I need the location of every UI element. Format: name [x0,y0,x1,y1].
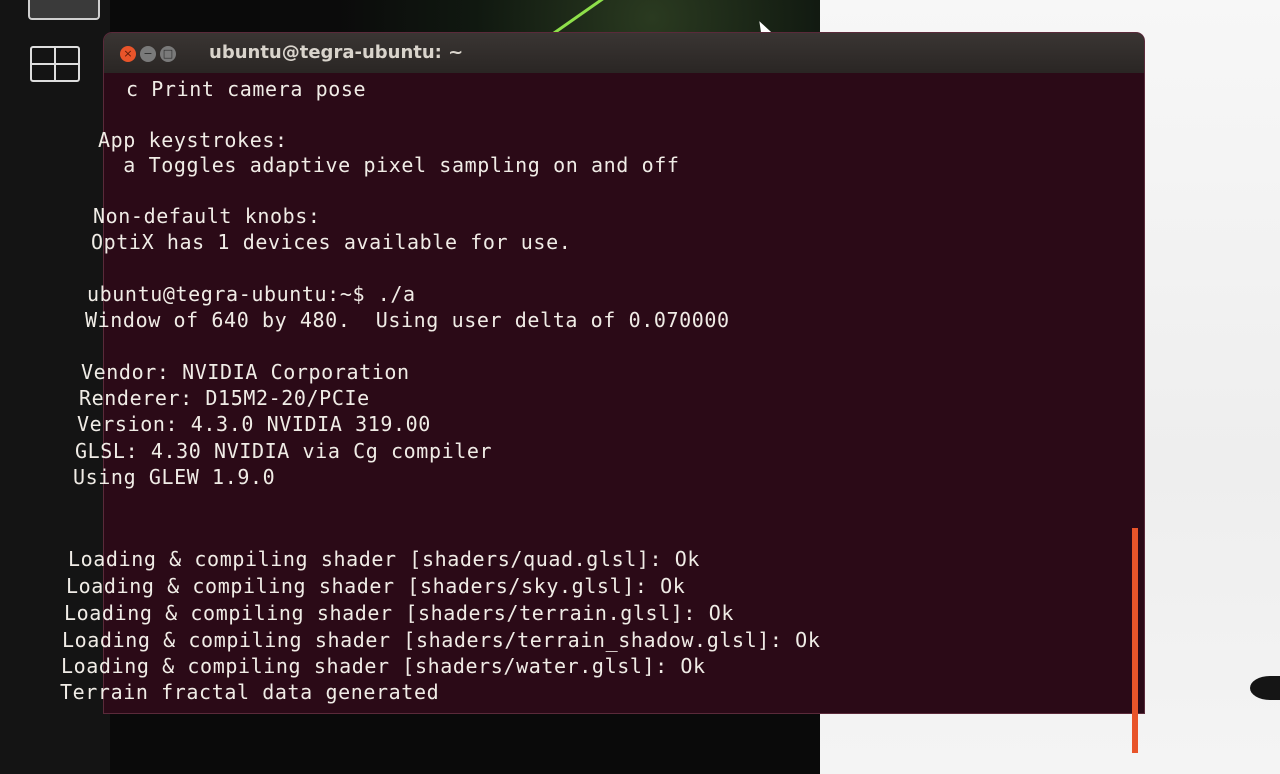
terminal-output[interactable]: c Print camera pose App keystrokes: a To… [60,73,1144,753]
terminal-line: Window of 640 by 480. Using user delta o… [85,308,730,332]
close-button[interactable]: × [120,46,136,62]
terminal-line: Using GLEW 1.9.0 [73,465,276,489]
terminal-line: Vendor: NVIDIA Corporation [81,360,410,384]
launcher-item[interactable] [28,0,100,20]
workspace-switcher-icon[interactable] [30,46,80,82]
terminal-line: Loading & compiling shader [shaders/quad… [68,547,701,571]
terminal-window[interactable]: × − □ ubuntu@tegra-ubuntu: ~ c Print cam… [60,33,1144,753]
terminal-line: Version: 4.3.0 NVIDIA 319.00 [77,412,431,436]
title-bar[interactable]: × − □ ubuntu@tegra-ubuntu: ~ [104,33,1144,73]
terminal-line: Loading & compiling shader [shaders/sky.… [66,574,686,598]
terminal-line: Loading & compiling shader [shaders/wate… [61,654,706,678]
terminal-line: Renderer: D15M2-20/PCIe [79,386,370,410]
terminal-line: App keystrokes: [98,128,288,152]
terminal-line: Non-default knobs: [93,204,321,228]
terminal-line: ubuntu@tegra-ubuntu:~$ ./a [87,282,416,306]
scrollbar[interactable] [1132,528,1138,753]
terminal-line: Terrain fractal data generated [60,680,440,704]
maximize-button[interactable]: □ [160,46,176,62]
terminal-line: Loading & compiling shader [shaders/terr… [64,601,734,625]
window-title: ubuntu@tegra-ubuntu: ~ [209,42,464,63]
terminal-line: Loading & compiling shader [shaders/terr… [62,628,821,652]
terminal-line: a Toggles adaptive pixel sampling on and… [98,153,680,177]
terminal-line: GLSL: 4.30 NVIDIA via Cg compiler [75,439,493,463]
terminal-line: c Print camera pose [126,77,367,101]
terminal-line: OptiX has 1 devices available for use. [91,230,572,254]
minimize-button[interactable]: − [140,46,156,62]
